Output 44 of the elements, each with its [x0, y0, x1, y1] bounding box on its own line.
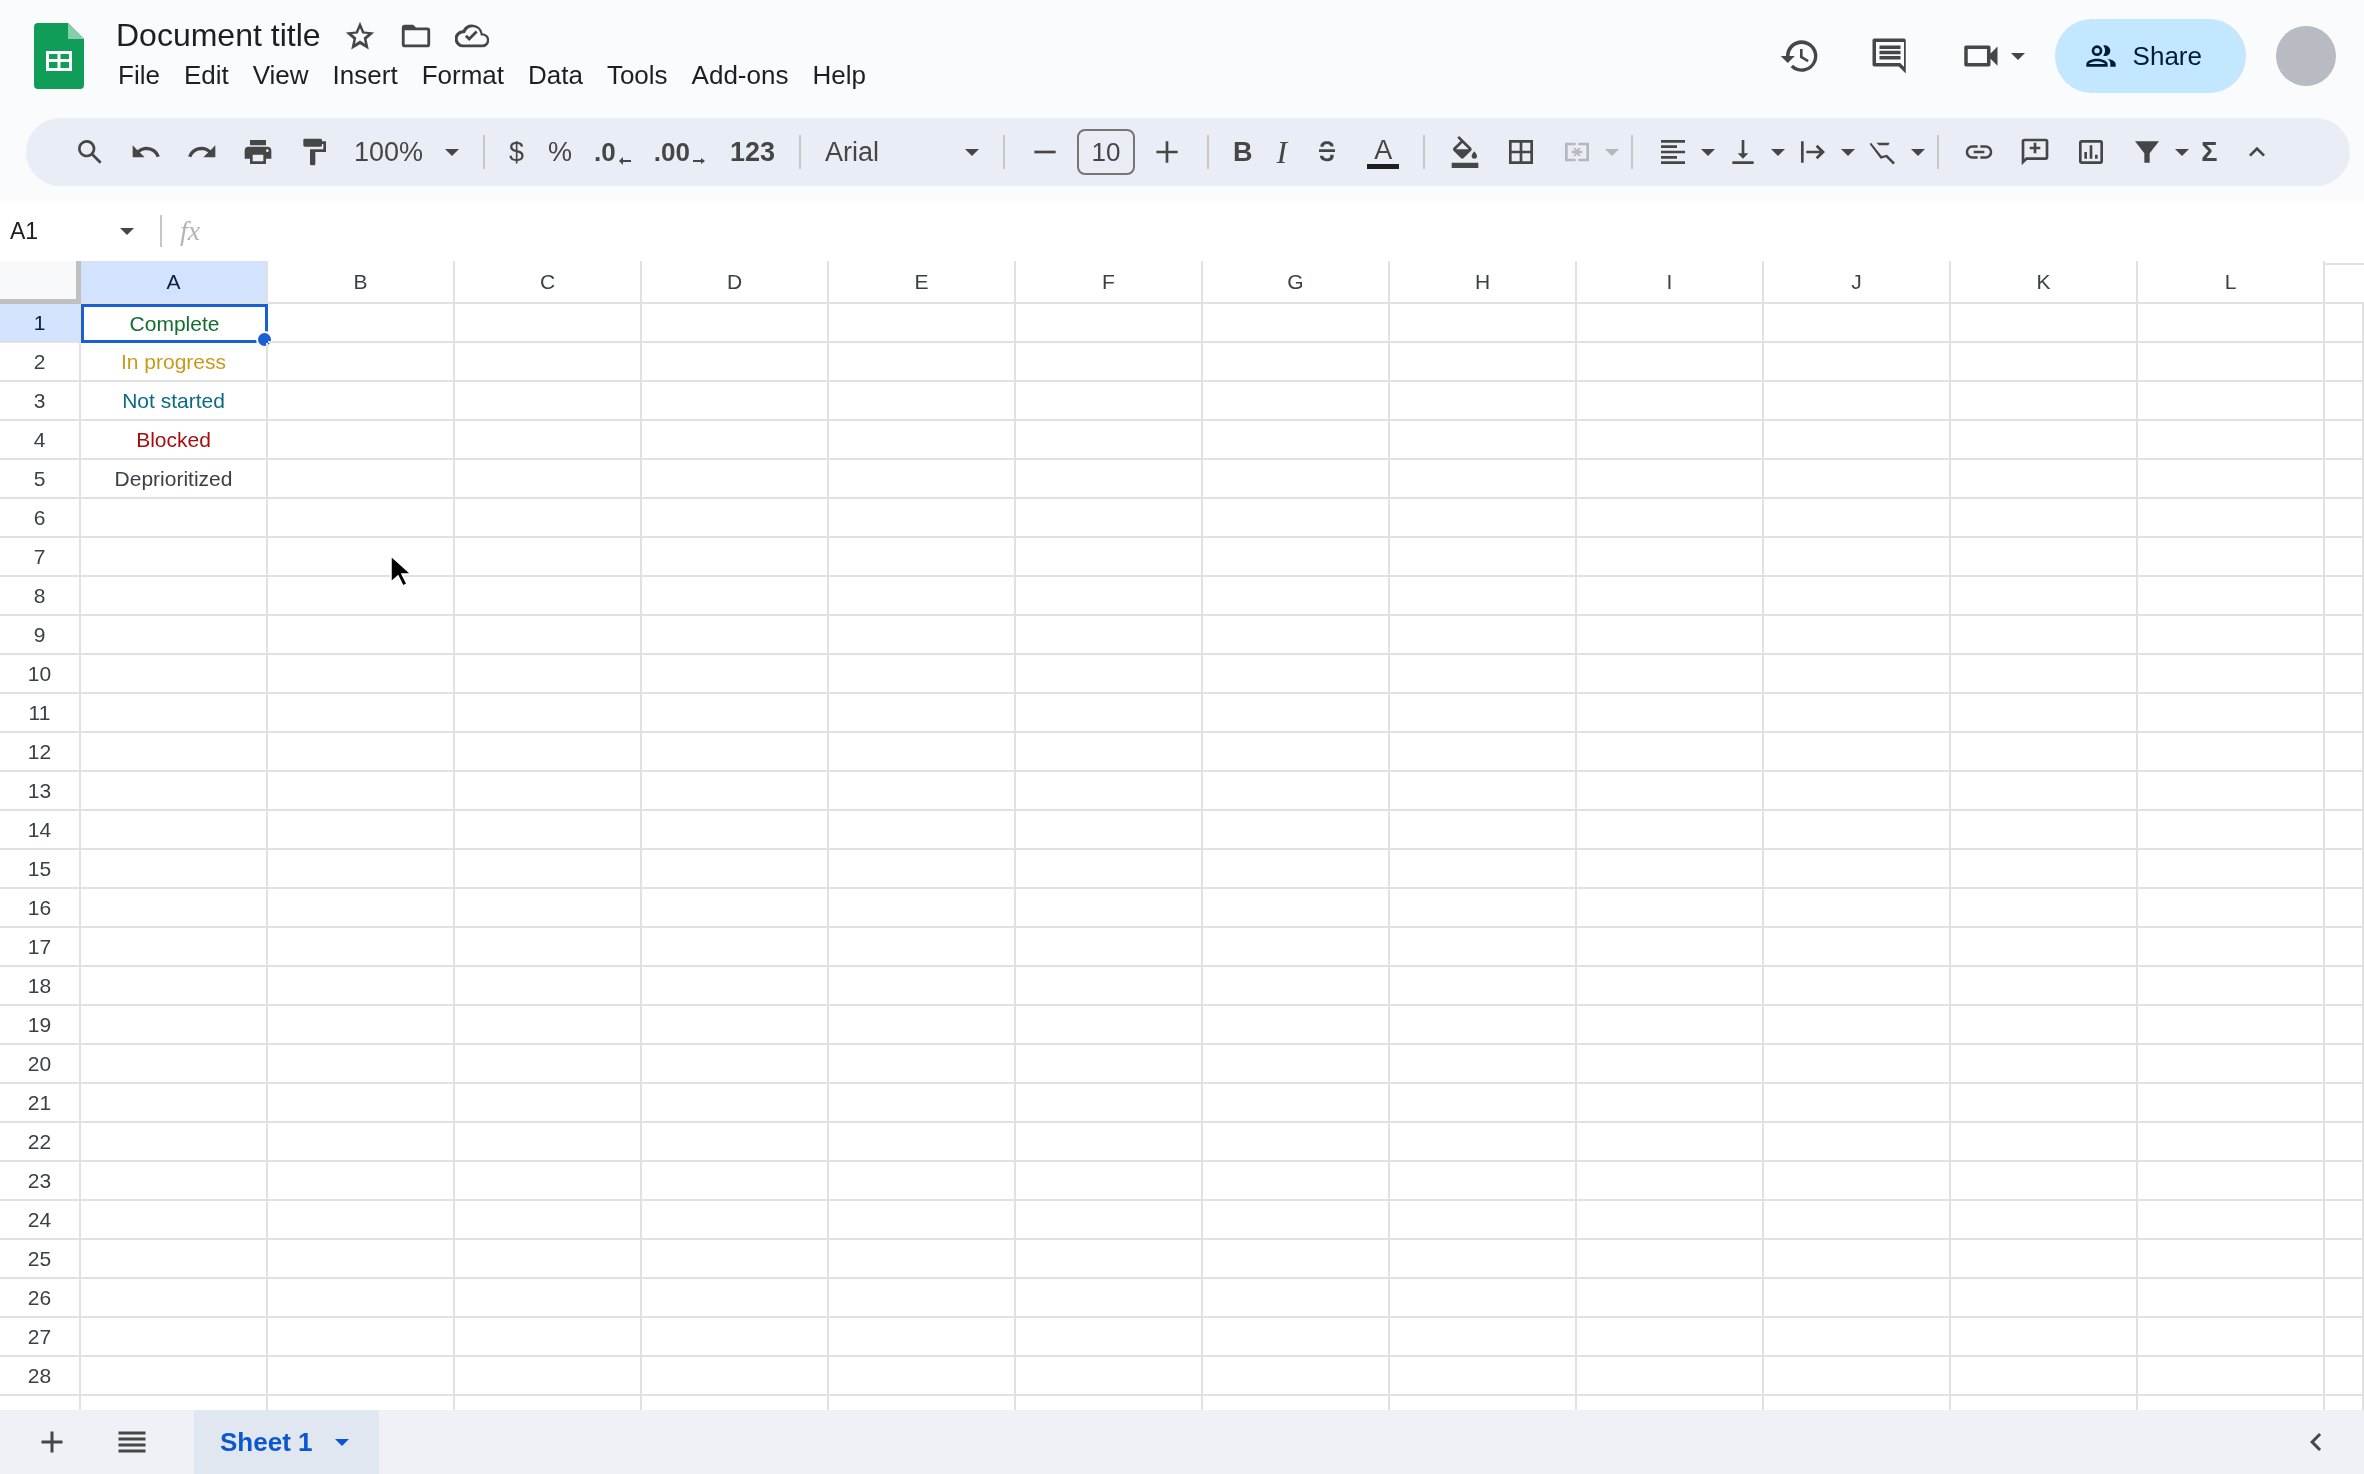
menu-item[interactable]: View: [240, 56, 321, 95]
number-format[interactable]: 123: [729, 136, 775, 168]
menu-item[interactable]: Data: [516, 56, 595, 95]
caret-icon[interactable]: [445, 148, 460, 156]
menu-item[interactable]: File: [106, 56, 172, 95]
currency-format[interactable]: $: [509, 136, 525, 168]
bold-button[interactable]: B: [1233, 136, 1253, 168]
menu-item[interactable]: Add-ons: [679, 56, 801, 95]
caret-icon[interactable]: [1771, 148, 1786, 156]
percent-format[interactable]: %: [548, 136, 573, 168]
text-color-button[interactable]: A: [1374, 135, 1393, 164]
increase-decimal[interactable]: .00: [653, 136, 690, 168]
cell[interactable]: Blocked: [81, 421, 268, 460]
formula-label: fx: [180, 215, 201, 247]
font-size-field[interactable]: 10: [1077, 129, 1135, 175]
menu-item[interactable]: Format: [409, 56, 516, 95]
share-button[interactable]: Share: [2054, 19, 2246, 93]
document-title[interactable]: Document title: [116, 17, 321, 54]
cell[interactable]: Deprioritized: [81, 460, 268, 499]
caret-icon[interactable]: [1911, 148, 1926, 156]
name-box[interactable]: A1: [0, 217, 120, 245]
column-header[interactable]: A: [81, 261, 268, 304]
functions-button[interactable]: Σ: [2201, 136, 2218, 168]
italic-button[interactable]: I: [1276, 133, 1288, 171]
caret-icon[interactable]: [2010, 52, 2025, 60]
caret-icon[interactable]: [2175, 148, 2190, 156]
font-select[interactable]: Arial: [825, 136, 943, 168]
menu-item[interactable]: Tools: [594, 56, 680, 95]
caret-icon[interactable]: [965, 148, 979, 156]
menu-item[interactable]: Edit: [171, 56, 241, 95]
caret-icon[interactable]: [120, 227, 134, 235]
row-header[interactable]: 1: [0, 304, 81, 343]
menu-item[interactable]: Help: [800, 56, 878, 95]
spreadsheet-logo[interactable]: [34, 23, 84, 89]
zoom-select[interactable]: 100%: [354, 136, 424, 168]
color-bar: [1367, 163, 1400, 169]
mouse-pointer-icon: [390, 555, 412, 587]
caret-icon[interactable]: [1701, 148, 1716, 156]
sheet-tab[interactable]: Sheet 1: [194, 1410, 379, 1474]
caret-icon[interactable]: [1841, 148, 1856, 156]
menu-item[interactable]: Insert: [320, 56, 410, 95]
caret-icon[interactable]: [334, 1438, 349, 1446]
cell[interactable]: Not started: [81, 382, 268, 421]
decrease-decimal[interactable]: .0: [594, 136, 616, 168]
